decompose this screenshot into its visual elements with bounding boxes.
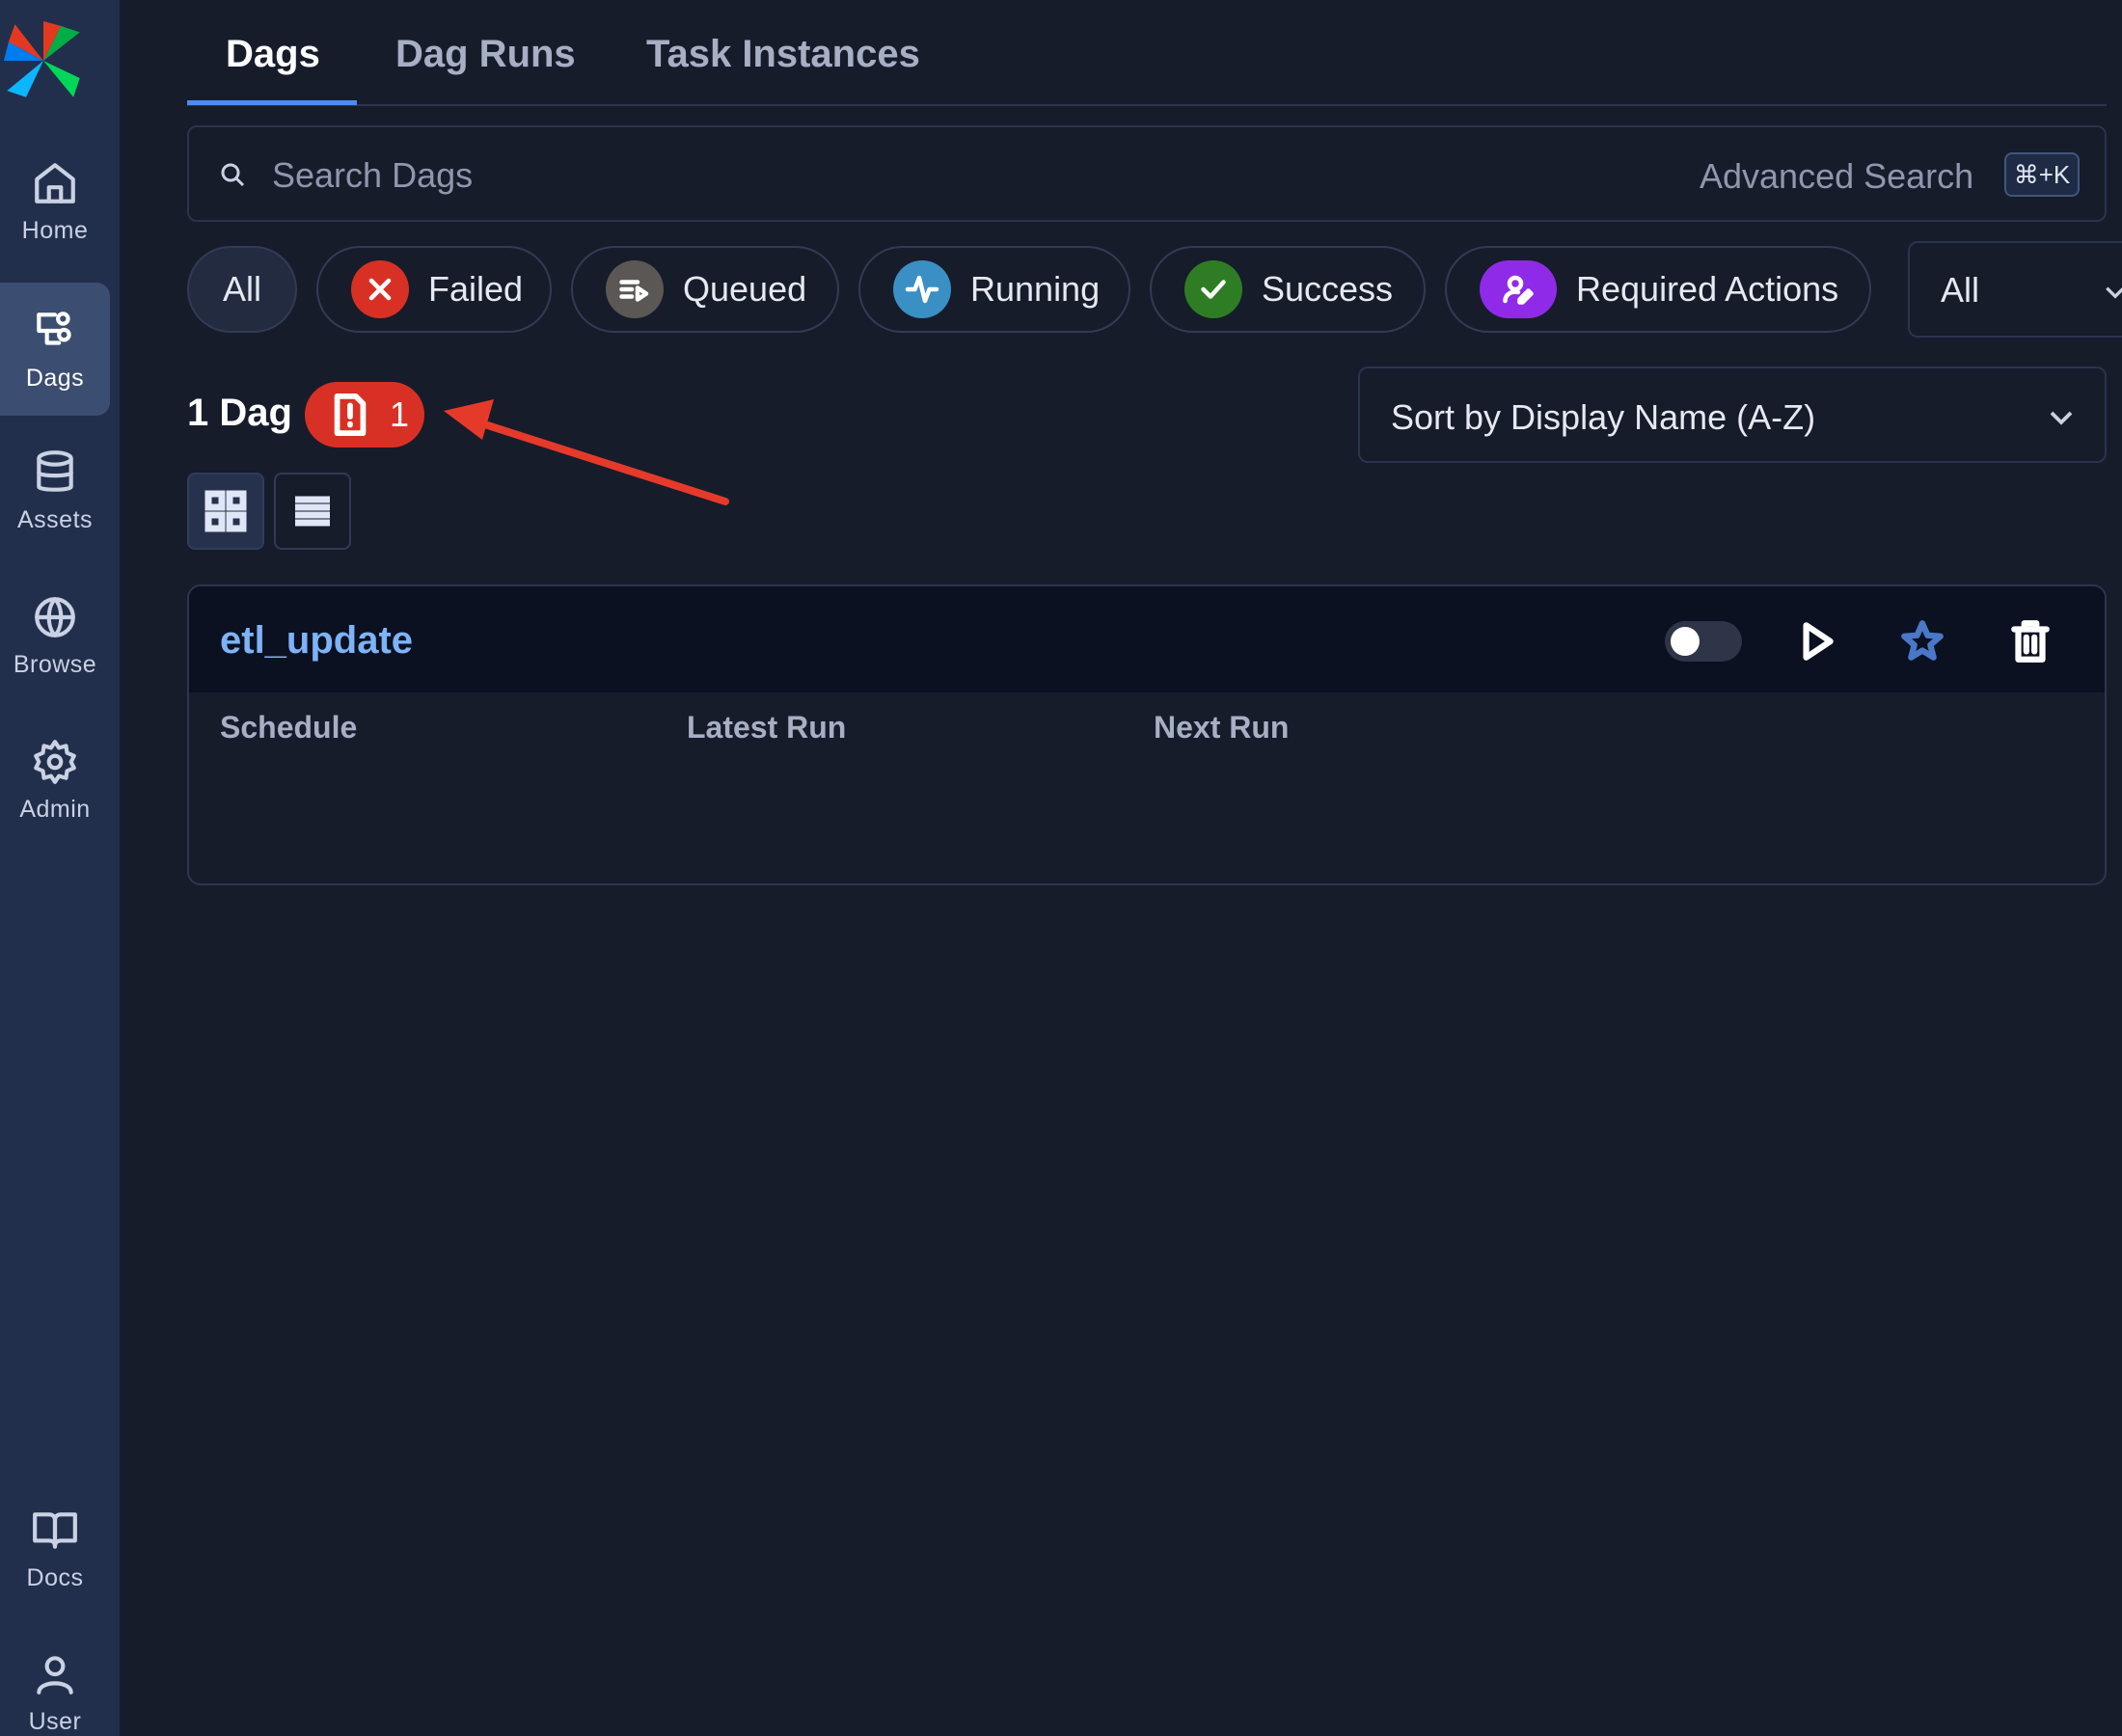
search-bar: Advanced Search ⌘+K: [187, 125, 2107, 222]
table-view-button[interactable]: [274, 473, 351, 550]
sidebar-item-assets[interactable]: Assets: [0, 424, 110, 557]
dags-icon: [37, 311, 71, 345]
sidebar-item-label: Admin: [19, 795, 91, 823]
dag-state-select[interactable]: All: [1908, 241, 2122, 338]
sidebar-item-user[interactable]: User: [0, 1626, 110, 1736]
tab-dags[interactable]: Dags: [226, 33, 320, 76]
database-icon: [37, 449, 73, 492]
book-icon: [33, 1511, 77, 1549]
sort-label: Sort by Display Name (A-Z): [1391, 397, 1816, 437]
search-icon: [221, 163, 245, 187]
file-warning-icon: [334, 393, 367, 437]
active-tab-indicator: [187, 100, 357, 105]
tab-bar: Dags Dag Runs Task Instances: [187, 0, 2107, 106]
filter-label: Success: [1262, 269, 1394, 309]
sidebar-item-dags[interactable]: Dags: [0, 283, 110, 416]
filter-label: Failed: [428, 269, 524, 309]
next-run-label: Next Run: [1154, 710, 1290, 745]
filter-success-button[interactable]: Success: [1150, 246, 1426, 333]
filter-running-button[interactable]: Running: [858, 246, 1130, 333]
home-icon: [35, 162, 75, 203]
list-icon: [295, 496, 330, 527]
pause-toggle[interactable]: [1665, 621, 1742, 662]
tab-dag-runs[interactable]: Dag Runs: [395, 33, 576, 76]
play-icon: [1803, 622, 1834, 661]
sidebar-item-label: User: [28, 1707, 82, 1735]
star-icon: [1901, 620, 1944, 661]
filter-label: Running: [970, 269, 1101, 309]
filter-required-actions-button[interactable]: Required Actions: [1445, 246, 1871, 333]
dag-card: etl_update Schedule Latest Run Next Run: [187, 584, 2107, 885]
import-errors-button[interactable]: 1: [305, 382, 424, 448]
toggle-knob: [1671, 627, 1700, 656]
trigger-dag-button[interactable]: [1792, 617, 1840, 665]
dag-card-header: etl_update: [189, 586, 2105, 692]
sidebar: Home Dags Assets Browse Admin Docs User: [0, 0, 120, 1736]
chevron-down-icon: [2050, 411, 2073, 425]
grid-icon: [204, 490, 247, 532]
favorite-button[interactable]: [1898, 617, 1946, 665]
search-input[interactable]: [272, 147, 1333, 204]
sort-select[interactable]: Sort by Display Name (A-Z): [1358, 366, 2107, 463]
sidebar-item-label: Assets: [16, 505, 94, 533]
sidebar-item-home[interactable]: Home: [0, 135, 110, 268]
dag-count: 1 Dag: [187, 392, 292, 434]
airflow-logo[interactable]: [4, 21, 83, 100]
card-view-button[interactable]: [187, 473, 264, 550]
delete-dag-button[interactable]: [2006, 617, 2054, 665]
sidebar-item-admin[interactable]: Admin: [0, 714, 110, 847]
sidebar-item-label: Home: [21, 216, 89, 244]
failed-icon: [351, 260, 409, 318]
dag-name-link[interactable]: etl_update: [220, 619, 413, 663]
import-error-count: 1: [390, 394, 410, 434]
annotation-arrow: [444, 399, 729, 505]
sidebar-item-label: Browse: [13, 650, 97, 678]
search-shortcut-badge: ⌘+K: [2004, 152, 2080, 197]
user-edit-icon: [1480, 260, 1557, 318]
globe-icon: [35, 596, 75, 637]
filter-failed-button[interactable]: Failed: [316, 246, 552, 333]
filter-all-button[interactable]: All: [187, 246, 297, 333]
tab-task-instances[interactable]: Task Instances: [646, 33, 920, 76]
sidebar-item-label: Docs: [26, 1563, 84, 1591]
sidebar-item-docs[interactable]: Docs: [0, 1482, 110, 1615]
select-value: All: [1941, 270, 1980, 310]
gear-icon: [34, 739, 76, 784]
filter-label: All: [222, 269, 261, 309]
sidebar-item-label: Dags: [25, 364, 85, 392]
chevron-down-icon: [2106, 286, 2122, 299]
user-icon: [37, 1655, 73, 1695]
sidebar-item-browse[interactable]: Browse: [0, 569, 110, 702]
advanced-search-link[interactable]: Advanced Search: [1700, 156, 1973, 197]
latest-run-label: Latest Run: [687, 710, 847, 745]
filter-queued-button[interactable]: Queued: [571, 246, 839, 333]
check-icon: [1184, 260, 1242, 318]
filter-label: Queued: [683, 269, 807, 309]
schedule-label: Schedule: [220, 710, 358, 745]
filter-label: Required Actions: [1576, 269, 1839, 309]
trash-icon: [2011, 620, 2050, 663]
activity-icon: [893, 260, 951, 318]
queued-icon: [606, 260, 664, 318]
